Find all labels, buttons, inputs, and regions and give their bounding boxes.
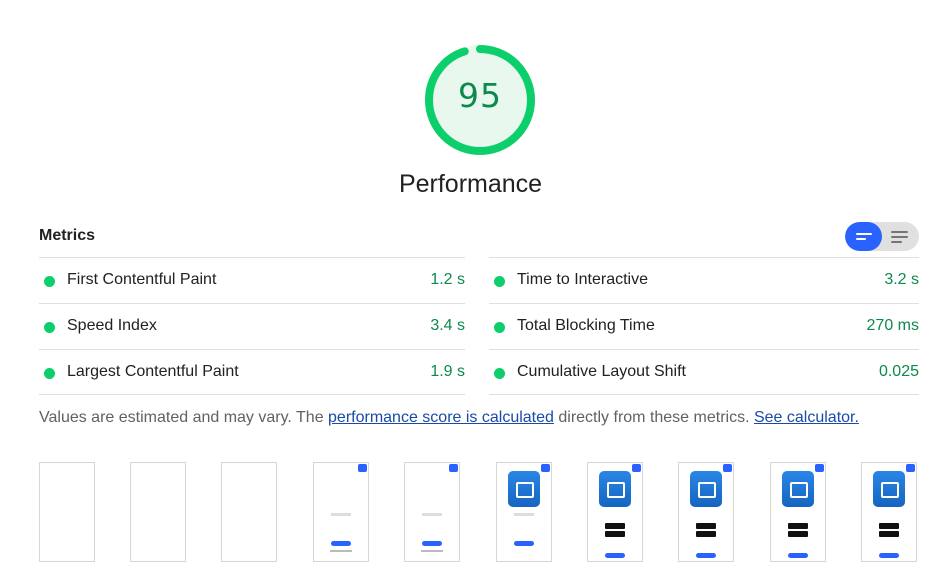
metrics-view-toggle[interactable] (845, 222, 919, 251)
filmstrip-frame (496, 462, 552, 562)
metric-name: Time to Interactive (517, 271, 649, 288)
frame-corner-badge (906, 464, 915, 472)
metric-largest-contentful-paint[interactable]: Largest Contentful Paint 1.9 s (39, 349, 465, 395)
frame-text-line (330, 550, 352, 552)
frame-cta-button (879, 553, 899, 558)
google-play-badge-icon (879, 531, 899, 537)
frame-cta-button (696, 553, 716, 558)
filmstrip-frame (770, 462, 826, 562)
metric-value: 3.4 s (430, 317, 465, 334)
score-calculation-link[interactable]: performance score is calculated (328, 409, 554, 426)
app-store-badge-icon (696, 523, 716, 529)
metrics-column-left: First Contentful Paint 1.2 s Speed Index… (39, 257, 465, 395)
app-logo-icon (873, 471, 905, 507)
frame-corner-badge (632, 464, 641, 472)
metric-value: 1.2 s (430, 271, 465, 288)
metrics-column-right: Time to Interactive 3.2 s Total Blocking… (489, 257, 919, 395)
app-logo-icon (782, 471, 814, 507)
frame-cta-button (605, 553, 625, 558)
app-store-badge-icon (788, 523, 808, 529)
list-view-icon[interactable] (845, 222, 882, 251)
pass-indicator-icon (44, 276, 55, 287)
filmstrip-frame (861, 462, 917, 562)
frame-text-line (514, 513, 534, 516)
metric-value: 1.9 s (430, 363, 465, 380)
metric-name: Cumulative Layout Shift (517, 363, 686, 380)
frame-cta-button (422, 541, 442, 546)
metric-first-contentful-paint[interactable]: First Contentful Paint 1.2 s (39, 257, 465, 303)
app-logo-icon (508, 471, 540, 507)
pass-indicator-icon (494, 368, 505, 379)
google-play-badge-icon (605, 531, 625, 537)
app-store-badge-icon (879, 523, 899, 529)
filmstrip-frame (313, 462, 369, 562)
frame-corner-badge (358, 464, 367, 472)
frame-corner-badge (541, 464, 550, 472)
metric-cumulative-layout-shift[interactable]: Cumulative Layout Shift 0.025 (489, 349, 919, 395)
filmstrip-frame (221, 462, 277, 562)
metric-name: Largest Contentful Paint (67, 363, 239, 380)
app-logo-icon (690, 471, 722, 507)
app-store-badge-icon (605, 523, 625, 529)
app-logo-icon (599, 471, 631, 507)
metric-value: 270 ms (866, 317, 919, 334)
metric-total-blocking-time[interactable]: Total Blocking Time 270 ms (489, 303, 919, 349)
metrics-heading: Metrics (39, 227, 96, 244)
frame-cta-button (331, 541, 351, 546)
pass-indicator-icon (494, 322, 505, 333)
note-middle: directly from these metrics. (553, 409, 754, 426)
metric-value: 3.2 s (884, 271, 919, 288)
frame-cta-button (788, 553, 808, 558)
pass-indicator-icon (44, 322, 55, 333)
metric-value: 0.025 (878, 363, 919, 380)
filmstrip-frame (678, 462, 734, 562)
metric-name: Speed Index (67, 317, 157, 334)
frame-corner-badge (449, 464, 458, 472)
metric-time-to-interactive[interactable]: Time to Interactive 3.2 s (489, 257, 919, 303)
filmstrip-frame (587, 462, 643, 562)
filmstrip-frame (404, 462, 460, 562)
gauge-title: Performance (398, 170, 543, 198)
frame-cta-button (514, 541, 534, 546)
pass-indicator-icon (494, 276, 505, 287)
pass-indicator-icon (44, 368, 55, 379)
filmstrip-frame (130, 462, 186, 562)
google-play-badge-icon (788, 531, 808, 537)
metric-speed-index[interactable]: Speed Index 3.4 s (39, 303, 465, 349)
metric-name: First Contentful Paint (67, 271, 217, 288)
frame-text-line (331, 513, 351, 516)
frame-text-line (421, 550, 443, 552)
note-prefix: Values are estimated and may vary. The (39, 409, 329, 426)
filmstrip-frame (39, 462, 95, 562)
metrics-disclaimer: Values are estimated and may vary. The p… (39, 409, 859, 427)
frame-corner-badge (723, 464, 732, 472)
see-calculator-link[interactable]: See calculator. (754, 409, 859, 426)
performance-gauge: 95 (420, 40, 540, 160)
google-play-badge-icon (696, 531, 716, 537)
frame-text-line (422, 513, 442, 516)
frame-corner-badge (815, 464, 824, 472)
expanded-view-icon[interactable] (882, 222, 919, 251)
metric-name: Total Blocking Time (517, 317, 655, 334)
gauge-score: 95 (458, 76, 502, 115)
